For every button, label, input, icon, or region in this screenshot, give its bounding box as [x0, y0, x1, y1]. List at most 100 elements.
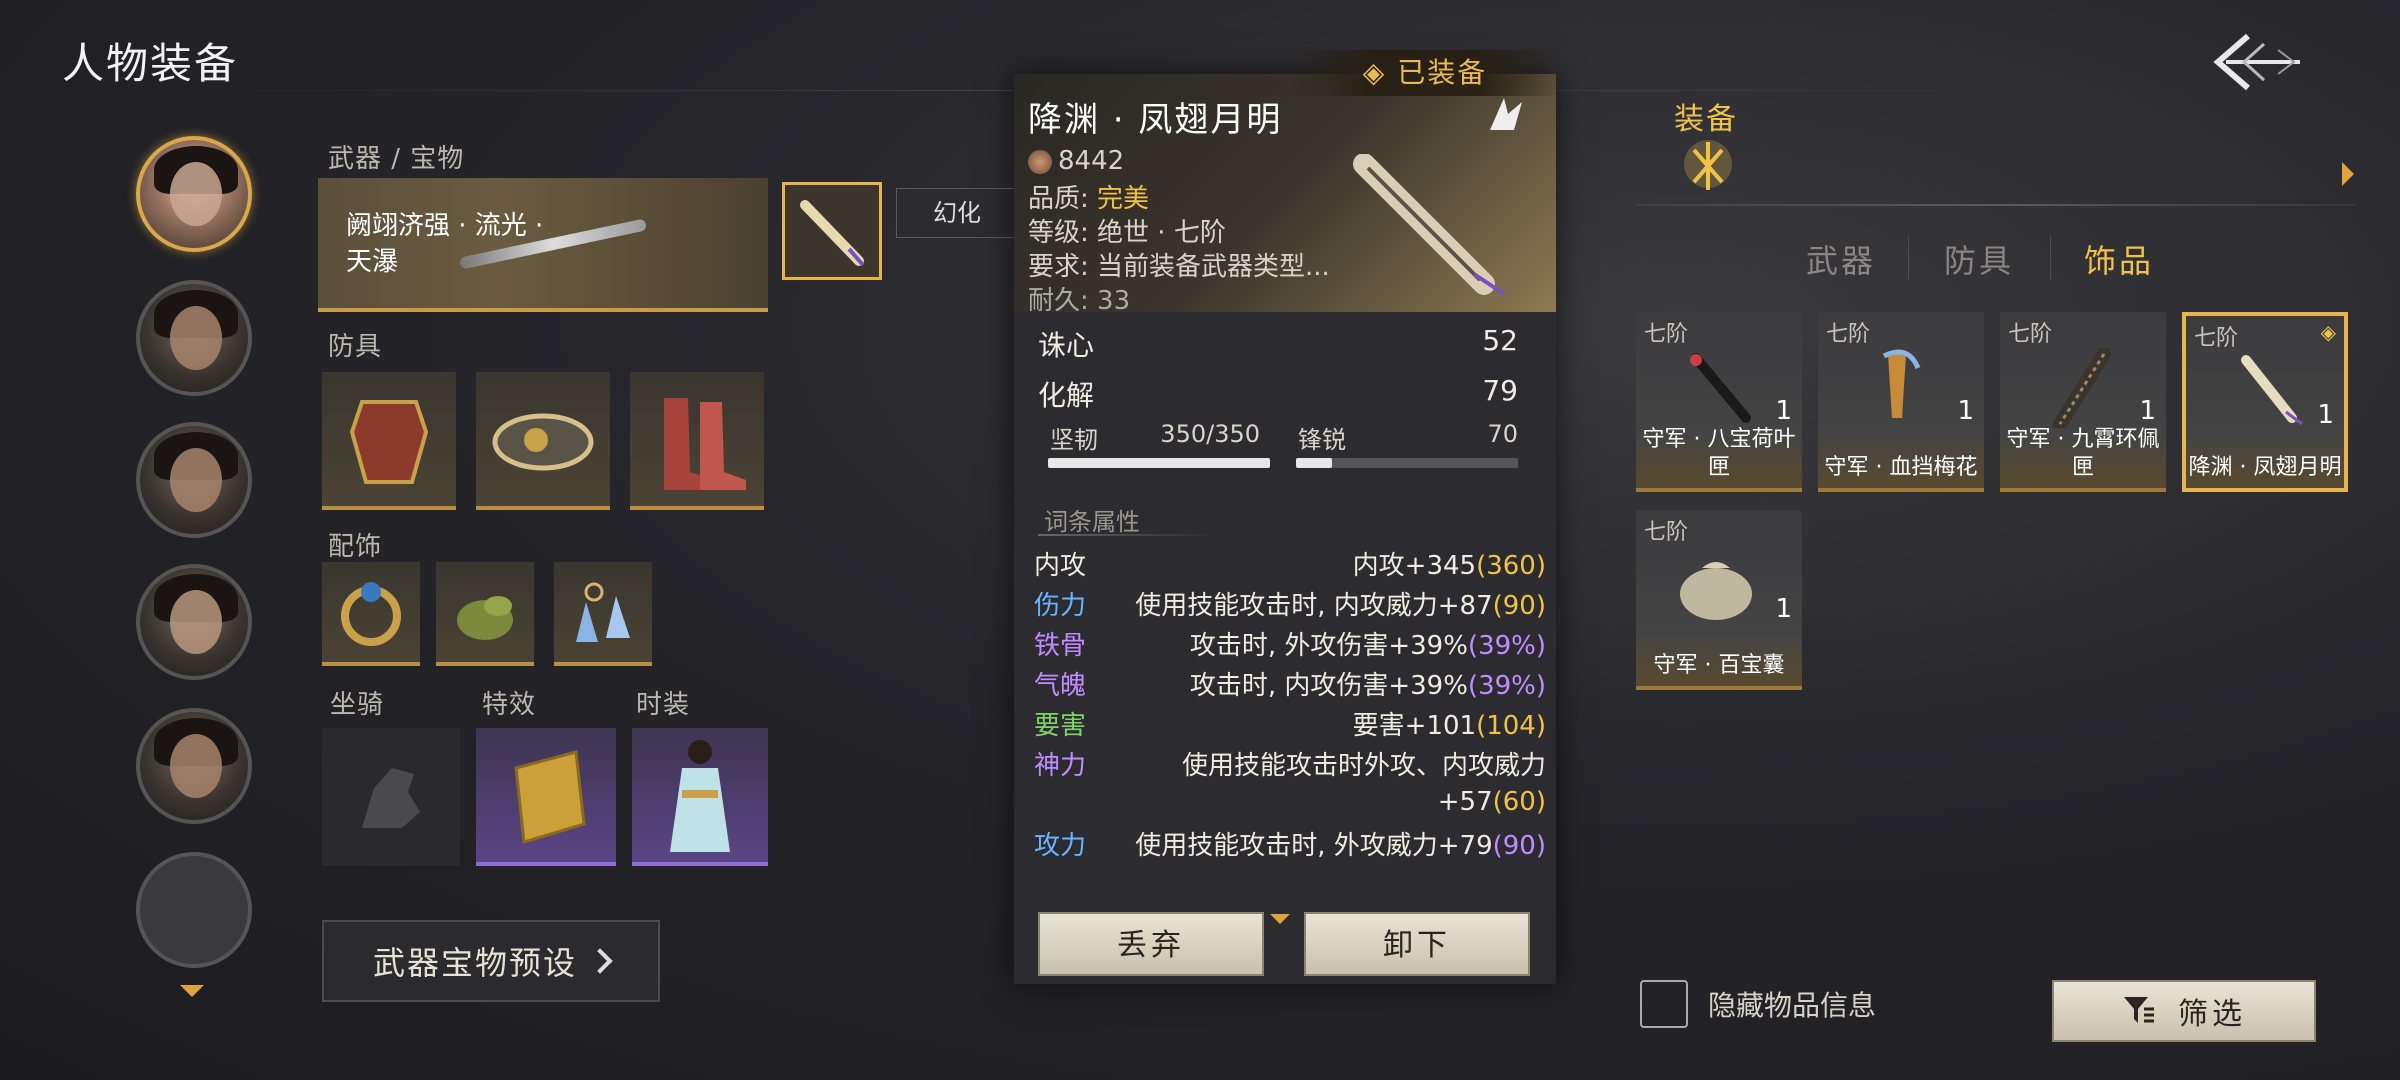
inventory-item[interactable]: 七阶 1 守军 · 百宝囊 — [1636, 510, 1802, 690]
accessory-slot-pouch[interactable] — [436, 562, 534, 666]
toughness-stat: 坚韧 350/350 — [1050, 420, 1260, 454]
preset-button-label: 武器宝物预设 — [372, 944, 577, 982]
chevron-down-icon[interactable] — [180, 985, 204, 997]
equipped-badge: ◈ 已装备 — [1290, 50, 1560, 96]
inventory-item[interactable]: 七阶 1 守军 · 八宝荷叶匣 — [1636, 312, 1802, 492]
character-avatar-1[interactable] — [136, 136, 252, 252]
inventory-item-selected[interactable]: 七阶 ◈ 1 降渊 · 凤翅月明 — [2182, 312, 2348, 492]
filter-icon — [2124, 997, 2154, 1023]
transform-button[interactable]: 幻化 — [896, 188, 1018, 238]
item-fan-art — [1353, 154, 1506, 296]
armor-slot-boots[interactable] — [630, 372, 764, 510]
page-title: 人物装备 — [62, 39, 239, 88]
accessory-slot-earring[interactable] — [554, 562, 652, 666]
affix-row: 要害 要害+101(104) — [1034, 708, 1546, 744]
filter-button[interactable]: 筛选 — [2052, 980, 2316, 1042]
character-avatar-3[interactable] — [136, 422, 252, 538]
staff-icon — [2053, 348, 2111, 428]
weapon-name: 阙翊济强 · 流光 · 天瀑 — [346, 211, 544, 277]
pouch-icon — [1680, 562, 1752, 620]
affix-name: 内攻 — [1034, 551, 1087, 581]
inventory-item[interactable]: 七阶 1 守军 · 血挡梅花 — [1818, 312, 1984, 492]
item-name: 降渊 · 凤翅月明 — [2188, 455, 2342, 480]
section-label-weapon: 武器 / 宝物 — [328, 144, 465, 174]
earring-icon — [576, 582, 630, 642]
affix-row: 铁骨 攻击时, 外攻伤害+39%(39%) — [1034, 628, 1546, 664]
item-name: 守军 · 百宝囊 — [1653, 653, 1785, 678]
popup-header: 降渊 · 凤翅月明 8442 品质: 完美 等级: 绝世 · 七阶 要求: 当前… — [1014, 74, 1556, 316]
ring-icon — [341, 582, 401, 646]
toughness-bar — [1048, 458, 1270, 468]
tab-accessory[interactable]: 饰品 — [2084, 236, 2154, 282]
tab-divider — [1908, 236, 1909, 280]
affix-desc: 攻击时, 外攻伤害+39%(39%) — [1189, 631, 1546, 661]
item-tier: 七阶 — [1826, 322, 1871, 347]
sharpness-bar — [1296, 458, 1518, 468]
stat-row: 化解 79 — [1038, 374, 1518, 412]
hook-icon — [1882, 349, 1921, 418]
affix-desc: 内攻+345(360) — [1352, 551, 1546, 581]
item-name: 降渊 · 凤翅月明 — [1028, 100, 1283, 140]
treasure-slot-selected[interactable] — [782, 182, 882, 280]
hide-info-checkbox[interactable] — [1640, 980, 1688, 1028]
item-name: 守军 · 九霄环佩匣 — [2006, 427, 2160, 480]
accessory-category-icon[interactable] — [1680, 134, 1736, 196]
item-requirement: 要求: 当前装备武器类型... — [1028, 252, 1330, 282]
item-grade: 等级: 绝世 · 七阶 — [1028, 218, 1226, 248]
back-arrow-icon[interactable] — [2208, 30, 2304, 94]
item-count: 1 — [2317, 400, 2334, 430]
horse-icon — [362, 768, 420, 828]
character-avatar-4[interactable] — [136, 564, 252, 680]
weapon-slot[interactable]: 阙翊济强 · 流光 · 天瀑 — [318, 178, 768, 312]
item-power: 8442 — [1028, 146, 1124, 176]
affix-name: 伤力 — [1034, 591, 1087, 621]
effect-slot[interactable] — [476, 728, 616, 866]
affix-name: 要害 — [1034, 711, 1087, 741]
tab-divider — [2050, 236, 2051, 280]
sharpness-stat: 锋锐 70 — [1298, 420, 1518, 454]
item-tier: 七阶 — [2008, 322, 2053, 347]
tab-weapon[interactable]: 武器 — [1806, 236, 1876, 282]
affix-row: 伤力 使用技能攻击时, 内攻威力+87(90) — [1034, 588, 1546, 624]
belt-icon — [492, 413, 594, 471]
accessory-slot-ring[interactable] — [322, 562, 420, 666]
affix-row: 气魄 攻击时, 内攻伤害+39%(39%) — [1034, 668, 1546, 704]
item-quality: 品质: 完美 — [1028, 184, 1150, 214]
item-name: 守军 · 血挡梅花 — [1824, 455, 1978, 480]
item-count: 1 — [1775, 396, 1792, 426]
affix-desc: 使用技能攻击时外攻、内攻威力+57(60) — [1181, 751, 1546, 817]
section-label-effect: 特效 — [482, 690, 537, 720]
item-tier: 七阶 — [1644, 520, 1689, 545]
mount-slot[interactable] — [322, 728, 460, 866]
chest-armor-icon — [349, 400, 429, 484]
unequip-button[interactable]: 卸下 — [1304, 912, 1530, 976]
fan-icon — [1690, 353, 1751, 423]
boots-icon — [664, 398, 746, 490]
hide-info-label: 隐藏物品信息 — [1708, 989, 1877, 1022]
character-avatar-2[interactable] — [136, 280, 252, 396]
affix-name: 攻力 — [1034, 831, 1087, 861]
affix-name: 气魄 — [1034, 671, 1087, 701]
discard-button[interactable]: 丢弃 — [1038, 912, 1264, 976]
filter-button-label: 筛选 — [2178, 997, 2246, 1032]
item-tier: 七阶 — [1644, 322, 1689, 347]
tab-armor[interactable]: 防具 — [1944, 236, 2014, 282]
character-avatar-empty[interactable] — [136, 852, 252, 968]
affix-desc: 要害+101(104) — [1352, 711, 1546, 741]
equip-category-label: 装备 — [1674, 102, 1738, 137]
armor-slot-chest[interactable] — [322, 372, 456, 510]
affix-desc: 使用技能攻击时, 外攻威力+79(90) — [1135, 831, 1546, 861]
chevron-right-icon — [587, 948, 613, 974]
equipped-diamond-icon: ◈ — [2320, 320, 2336, 344]
affix-header: 词条属性 — [1044, 508, 1140, 536]
fashion-slot[interactable] — [632, 728, 768, 866]
chevron-right-icon[interactable] — [2342, 162, 2354, 186]
character-avatar-5[interactable] — [136, 708, 252, 824]
item-durability: 耐久: 33 — [1028, 286, 1131, 316]
outfit-icon — [670, 740, 730, 852]
armor-slot-waist[interactable] — [476, 372, 610, 510]
affix-desc: 攻击时, 内攻伤害+39%(39%) — [1189, 671, 1546, 701]
weapon-preset-button[interactable]: 武器宝物预设 — [322, 920, 660, 1002]
item-count: 1 — [1957, 396, 1974, 426]
inventory-item[interactable]: 七阶 1 守军 · 九霄环佩匣 — [2000, 312, 2166, 492]
